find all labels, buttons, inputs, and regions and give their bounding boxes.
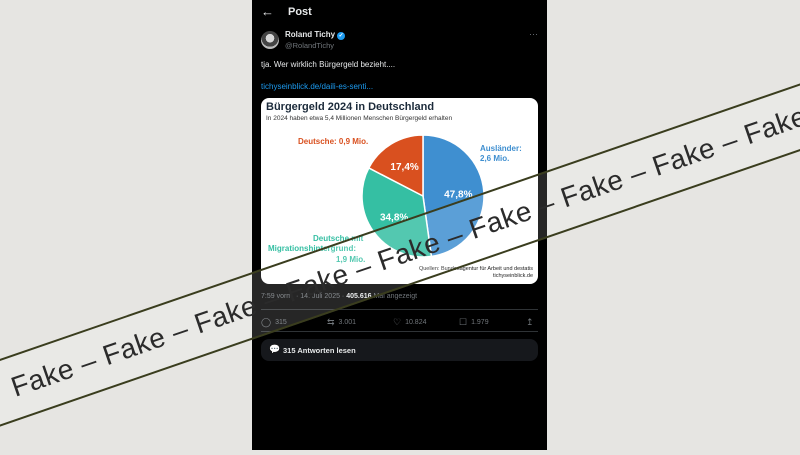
top-bar: ← Post bbox=[252, 0, 547, 26]
read-replies-button[interactable]: 💬 315 Antworten lesen bbox=[261, 339, 538, 361]
share-icon: ↥ bbox=[526, 317, 534, 327]
heart-icon: ♡ bbox=[393, 317, 402, 327]
repost-count: 3.001 bbox=[338, 319, 357, 326]
page-title: Post bbox=[288, 6, 312, 18]
author-name-text[interactable]: Roland Tichy bbox=[285, 30, 335, 39]
repost-button[interactable]: ⇆ 3.001 bbox=[327, 317, 356, 328]
like-count: 10.824 bbox=[405, 319, 427, 326]
avatar[interactable] bbox=[261, 31, 279, 49]
repost-icon: ⇆ bbox=[327, 317, 335, 327]
chat-bubble-icon: 💬 bbox=[269, 344, 281, 354]
divider bbox=[261, 331, 538, 332]
author-name[interactable]: Roland Tichy ✓ bbox=[285, 30, 346, 40]
read-replies-label: 315 Antworten lesen bbox=[283, 346, 356, 355]
share-button[interactable]: ↥ bbox=[526, 317, 534, 328]
pie-value-label-3: 17,4% bbox=[390, 162, 418, 173]
bookmark-button[interactable]: ☐ 1.979 bbox=[459, 317, 489, 328]
back-arrow-icon[interactable]: ← bbox=[261, 4, 274, 19]
post-link[interactable]: tichyseinblick.de/daili-es-senti... bbox=[261, 82, 373, 91]
like-button[interactable]: ♡ 10.824 bbox=[393, 317, 427, 328]
bookmark-icon: ☐ bbox=[459, 317, 468, 327]
more-options-icon[interactable]: ··· bbox=[529, 29, 538, 39]
label-auslaender-1: Ausländer: bbox=[480, 144, 522, 153]
post-text: tja. Wer wirklich Bürgergeld bezieht.... bbox=[261, 60, 396, 69]
verified-badge-icon: ✓ bbox=[337, 32, 346, 40]
bookmark-count: 1.979 bbox=[471, 319, 489, 326]
author-handle[interactable]: @RolandTichy bbox=[285, 41, 334, 50]
label-auslaender-2: 2,6 Mio. bbox=[480, 154, 510, 163]
label-deutsche: Deutsche: 0,9 Mio. bbox=[298, 137, 369, 146]
